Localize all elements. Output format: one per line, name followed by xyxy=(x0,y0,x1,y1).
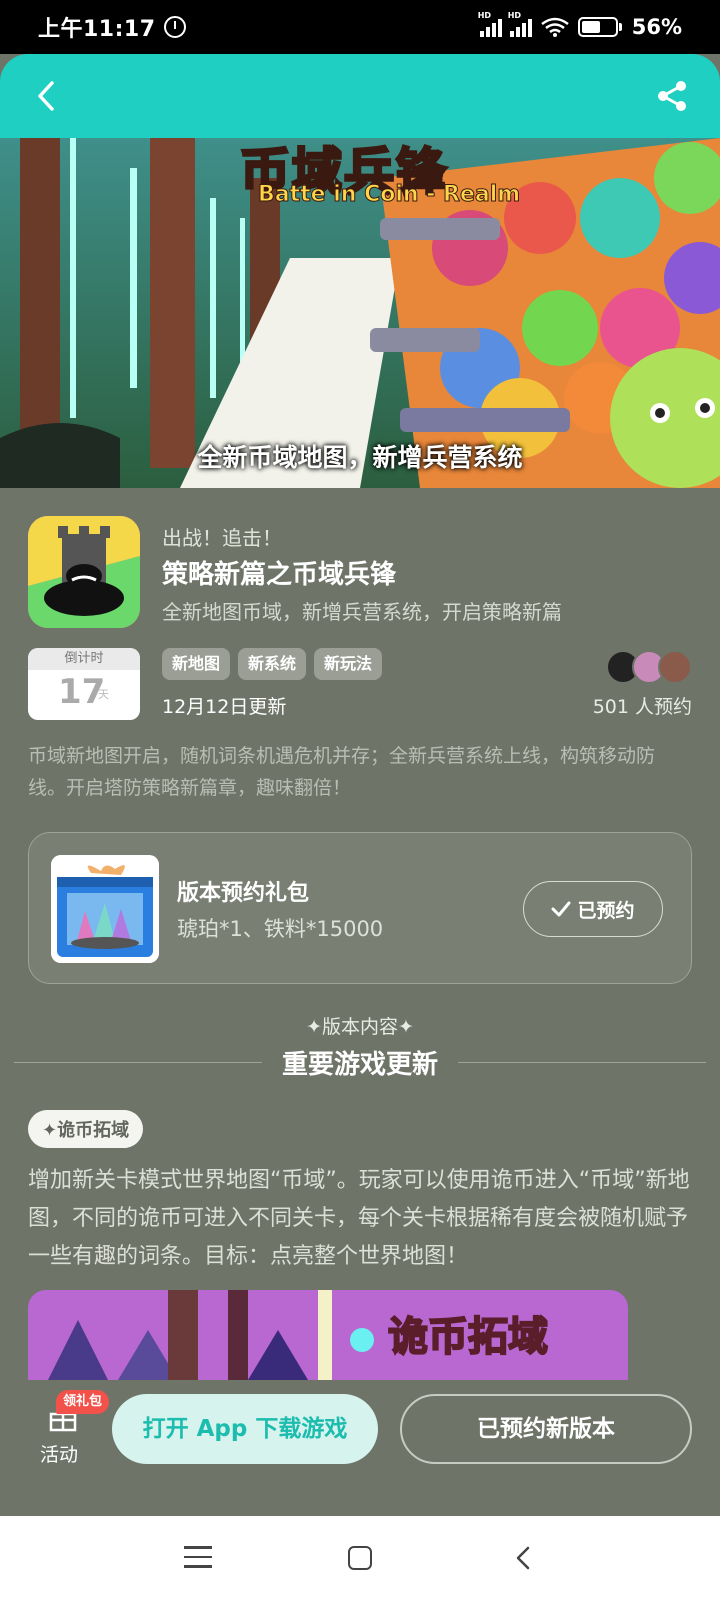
battery-icon xyxy=(577,17,622,37)
countdown-card: 倒计时 17 天 xyxy=(28,648,140,720)
open-app-button[interactable]: 打开 App 下载游戏 xyxy=(112,1394,378,1464)
status-time: 上午11:17 xyxy=(38,17,156,42)
status-bar: 上午11:17 HD HD 56% xyxy=(0,0,720,54)
tag-new-system: 新系统 xyxy=(238,648,307,680)
top-header xyxy=(0,54,720,138)
section-subtitle: ✦版本内容✦ xyxy=(306,1016,414,1038)
countdown-unit: 天 xyxy=(98,688,109,701)
gift-box-icon xyxy=(51,855,159,963)
version-intro: 币域新地图开启，随机词条机遇危机并存；全新兵营系统上线，构筑移动防线。开启塔防策… xyxy=(28,745,656,799)
avatar xyxy=(658,650,692,684)
reserver-avatars xyxy=(606,650,694,684)
promo-banner[interactable]: 币域兵锋 Batte in Coin - Realm 全新币域地图，新增兵营系统 xyxy=(0,138,720,488)
chevron-left-icon[interactable] xyxy=(28,78,64,114)
home-icon[interactable] xyxy=(348,1546,372,1570)
reserved-version-button[interactable]: 已预约新版本 xyxy=(400,1394,692,1464)
tag-list: 新地图 新系统 新玩法 xyxy=(162,648,383,680)
signal-icon: HD xyxy=(508,11,532,37)
tag-new-gameplay: 新玩法 xyxy=(314,648,383,680)
gift-description: 琥珀*1、铁料*15000 xyxy=(177,917,384,941)
battery-level: 56% xyxy=(631,15,682,39)
update-date: 12月12日更新 xyxy=(162,696,287,718)
check-icon xyxy=(551,901,571,917)
game-tagline: 出战！追击！ xyxy=(162,526,282,550)
back-icon[interactable] xyxy=(512,1546,536,1570)
gift-badge: 领礼包 xyxy=(56,1390,110,1414)
wifi-icon xyxy=(540,17,569,37)
gift-title: 版本预约礼包 xyxy=(177,881,310,906)
tag-new-map: 新地图 xyxy=(162,648,231,680)
game-icon xyxy=(28,516,140,628)
divider xyxy=(458,1062,706,1063)
feature-image-title: 诡币拓域 xyxy=(387,1313,549,1361)
alarm-icon xyxy=(163,16,186,38)
menu-icon[interactable] xyxy=(184,1546,212,1570)
countdown-label: 倒计时 xyxy=(28,648,140,670)
reserve-count: 501 人预约 xyxy=(592,696,692,718)
feature-chip: ✦诡币拓域 xyxy=(28,1110,144,1148)
banner-logo-subtitle: Batte in Coin - Realm xyxy=(257,182,521,208)
system-nav-bar xyxy=(0,1516,720,1600)
signal-icon: HD xyxy=(478,11,502,37)
game-description: 全新地图币域，新增兵营系统，开启策略新篇 xyxy=(162,600,562,624)
gift-reserved-button[interactable]: 已预约 xyxy=(523,881,663,937)
banner-caption: 全新币域地图，新增兵营系统 xyxy=(197,443,523,472)
feature-image: 诡币拓域 xyxy=(28,1290,628,1380)
activity-label: 活动 xyxy=(40,1444,79,1466)
game-title: 策略新篇之币域兵锋 xyxy=(162,560,397,590)
reservation-gift-card: 版本预约礼包 琥珀*1、铁料*15000 已预约 xyxy=(28,832,692,984)
share-icon[interactable] xyxy=(652,76,692,116)
gift-button-label: 已预约 xyxy=(577,899,635,922)
feature-description: 增加新关卡模式世界地图“币域”。玩家可以使用诡币进入“币域”新地图，不同的诡币可… xyxy=(28,1168,690,1269)
